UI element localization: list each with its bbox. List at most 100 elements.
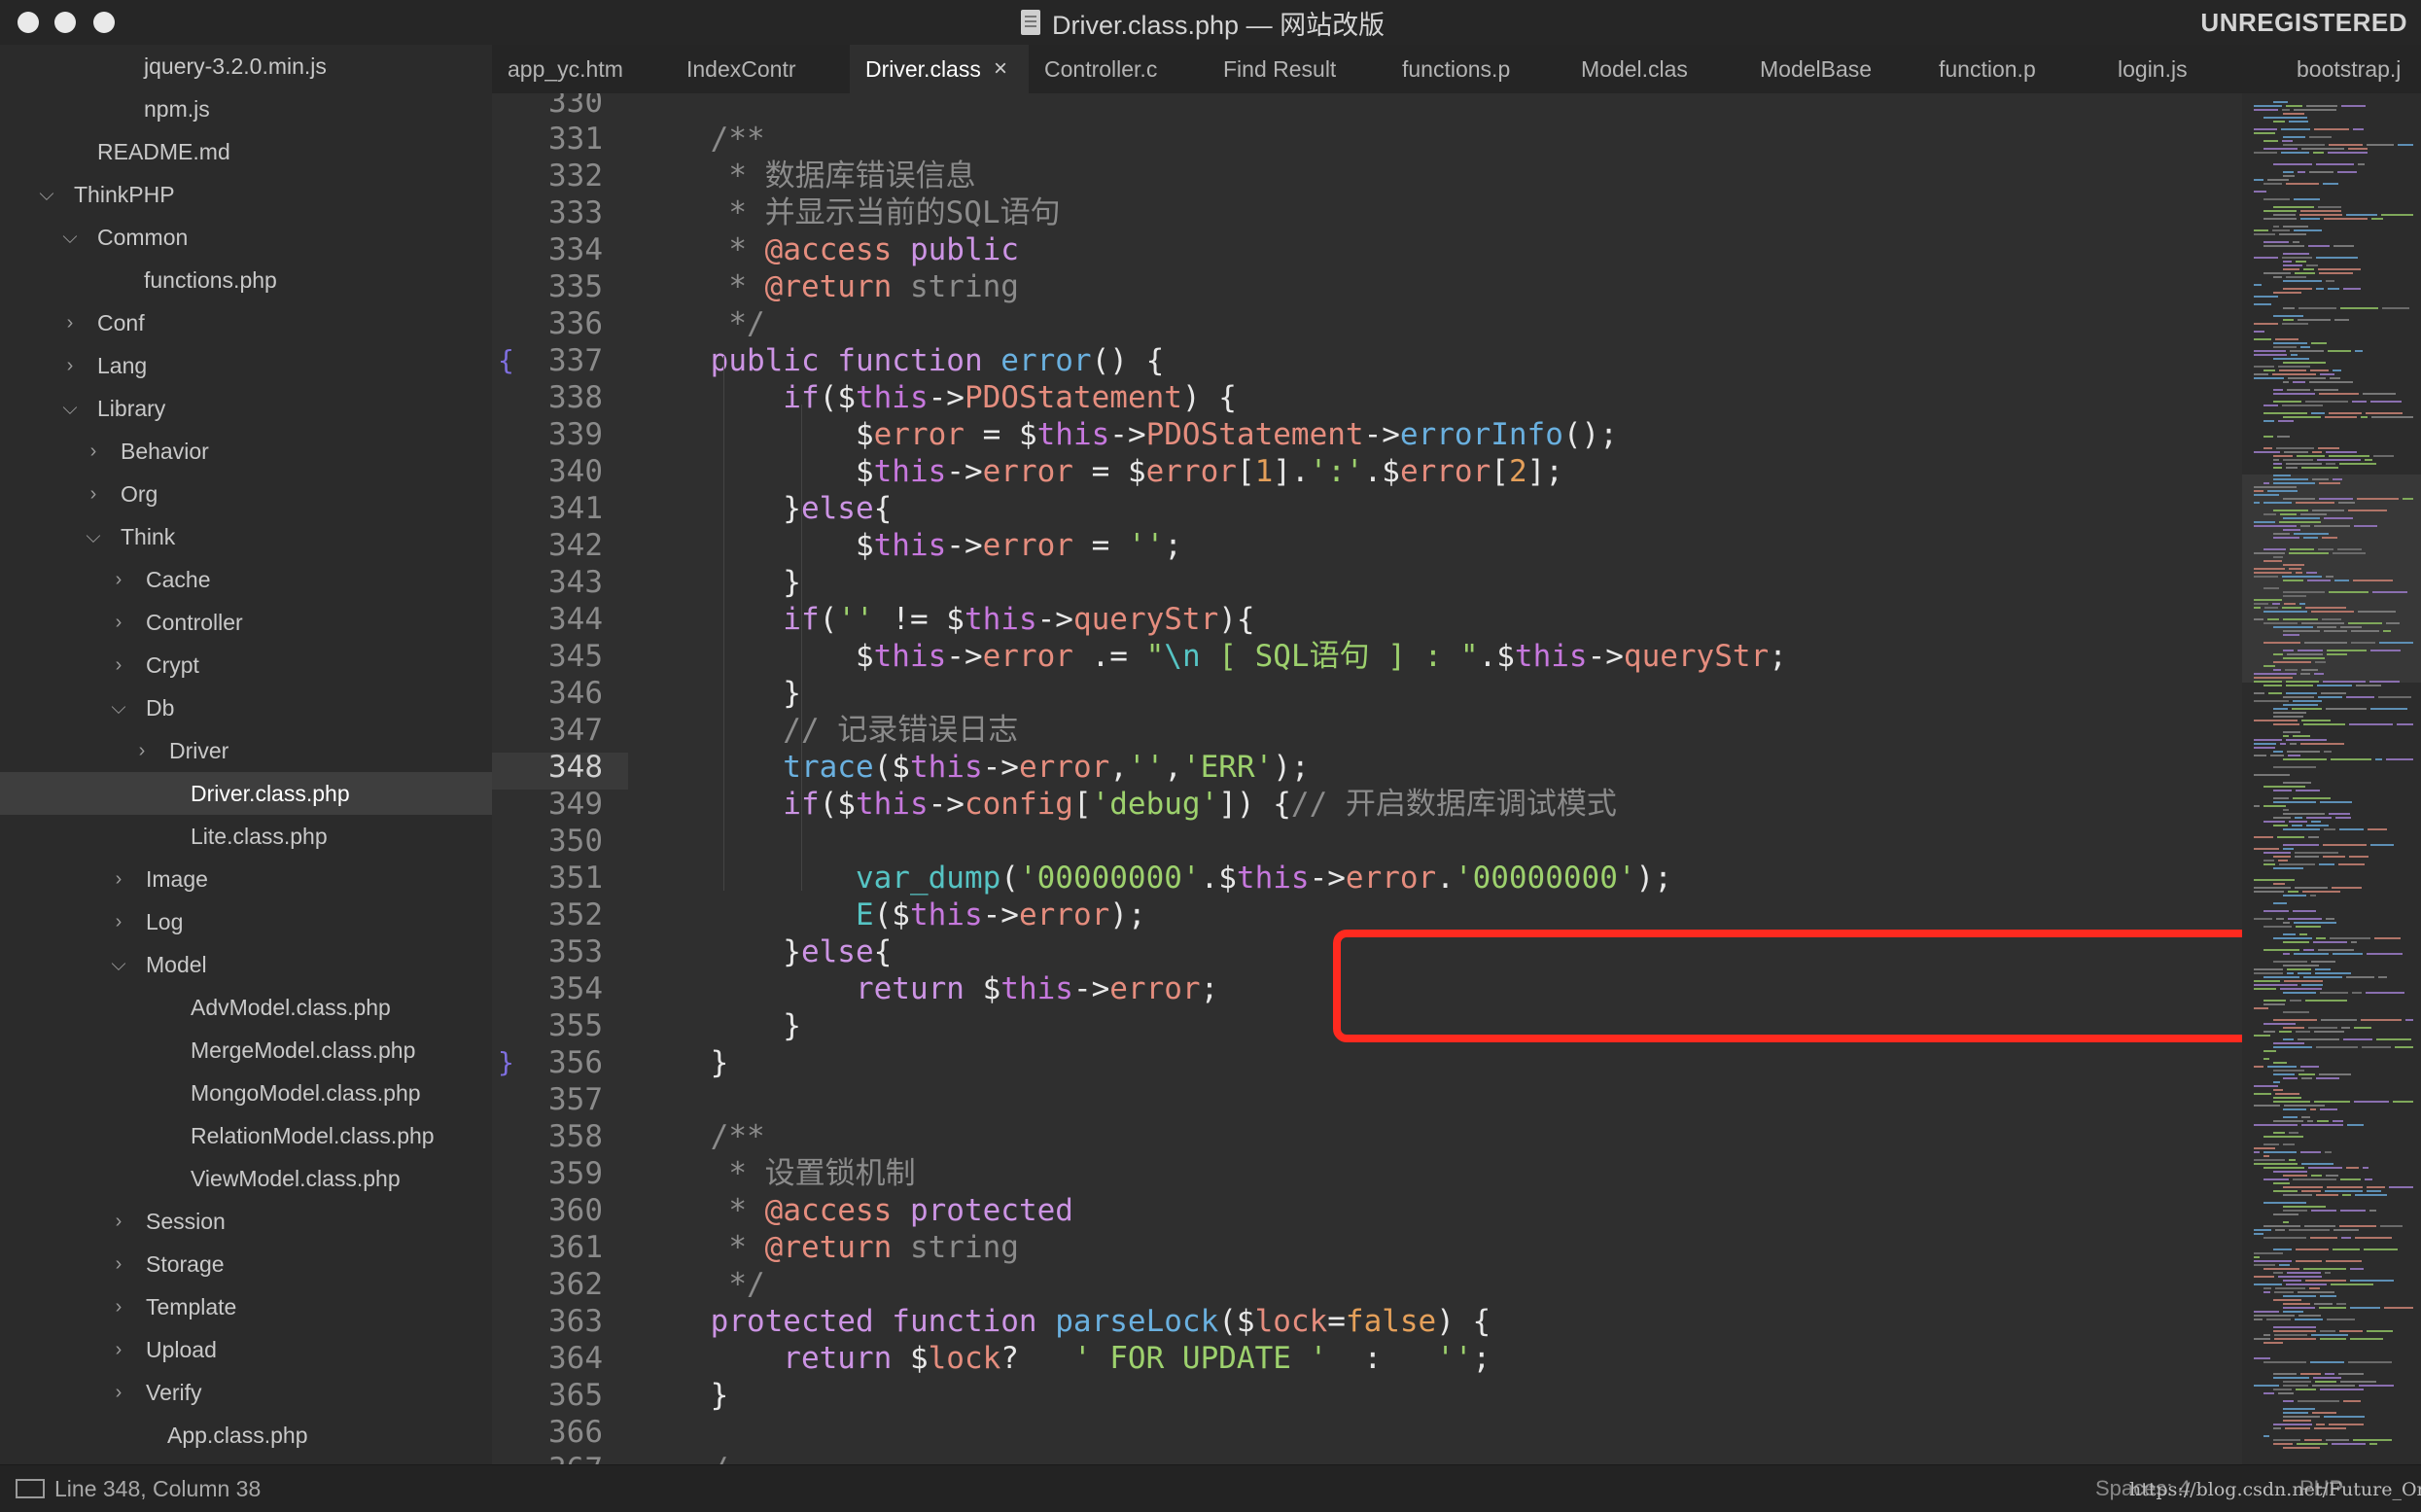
folder-item[interactable]: › Org bbox=[0, 473, 492, 515]
code-line[interactable]: return $this->error; bbox=[638, 970, 1218, 1007]
chevron-down-icon[interactable]: ⌵ bbox=[109, 943, 128, 986]
code-line[interactable]: $this->error = ''; bbox=[638, 527, 1182, 564]
file-item[interactable]: MongoModel.class.php bbox=[0, 1072, 492, 1114]
code-line[interactable]: * @return string bbox=[638, 268, 1019, 305]
zoom-window-button[interactable] bbox=[93, 12, 115, 33]
chevron-right-icon[interactable]: › bbox=[60, 301, 80, 344]
code-line[interactable]: E($this->error); bbox=[638, 897, 1146, 933]
folder-item[interactable]: › Storage bbox=[0, 1243, 492, 1285]
close-tab-icon[interactable]: × bbox=[994, 45, 1007, 93]
folder-item[interactable]: › Session bbox=[0, 1200, 492, 1243]
code-line[interactable]: trace($this->error,'','ERR'); bbox=[638, 749, 1309, 786]
folder-item[interactable]: ⌵ Db bbox=[0, 686, 492, 729]
code-line[interactable]: $this->error = $error[1].':'.$error[2]; bbox=[638, 453, 1563, 490]
chevron-right-icon[interactable]: › bbox=[132, 729, 152, 772]
file-item[interactable]: README.md bbox=[0, 130, 492, 173]
folder-item[interactable]: ⌵ ThinkPHP bbox=[0, 173, 492, 216]
tab[interactable]: bootstrap.j bbox=[2281, 45, 2421, 93]
chevron-right-icon[interactable]: › bbox=[60, 344, 80, 387]
tab[interactable]: IndexContr bbox=[671, 45, 850, 93]
folder-item[interactable]: › Template bbox=[0, 1285, 492, 1328]
code-line[interactable]: * @return string bbox=[638, 1229, 1019, 1266]
chevron-right-icon[interactable]: › bbox=[109, 900, 128, 943]
folder-item[interactable]: › Log bbox=[0, 900, 492, 943]
chevron-right-icon[interactable]: › bbox=[109, 1285, 128, 1328]
code-line[interactable]: return $lock? ' FOR UPDATE ' : ''; bbox=[638, 1340, 1491, 1377]
file-item[interactable]: Lite.class.php bbox=[0, 815, 492, 858]
code-area[interactable]: /** * 数据库错误信息 * 并显示当前的SQL语句 * @access pu… bbox=[638, 93, 2242, 1464]
tab[interactable]: functions.p bbox=[1386, 45, 1565, 93]
code-line[interactable]: } bbox=[638, 1007, 801, 1044]
chevron-right-icon[interactable]: › bbox=[109, 644, 128, 686]
code-line[interactable]: } bbox=[638, 675, 801, 712]
code-line[interactable]: var_dump('00000000'.$this->error.'000000… bbox=[638, 860, 1672, 897]
tab[interactable]: Controller.c bbox=[1029, 45, 1208, 93]
code-line[interactable]: * 并显示当前的SQL语句 bbox=[638, 194, 1060, 231]
folder-item[interactable]: ⌵ Model bbox=[0, 943, 492, 986]
chevron-right-icon[interactable]: › bbox=[84, 430, 103, 473]
chevron-down-icon[interactable]: ⌵ bbox=[84, 515, 103, 558]
folder-item[interactable]: › Image bbox=[0, 858, 492, 900]
folder-item[interactable]: ⌵ Common bbox=[0, 216, 492, 259]
code-line[interactable]: } bbox=[638, 564, 801, 601]
folder-item[interactable]: › Lang bbox=[0, 344, 492, 387]
folder-item[interactable]: ⌵ Library bbox=[0, 387, 492, 430]
tab[interactable]: ModelBase bbox=[1744, 45, 1923, 93]
code-line[interactable]: /** bbox=[638, 121, 765, 158]
chevron-down-icon[interactable]: ⌵ bbox=[109, 686, 128, 729]
chevron-right-icon[interactable]: › bbox=[109, 1200, 128, 1243]
folder-item[interactable]: › Crypt bbox=[0, 644, 492, 686]
file-item[interactable]: jquery-3.2.0.min.js bbox=[0, 45, 492, 88]
file-item[interactable]: App.class.php bbox=[0, 1414, 492, 1457]
folder-item[interactable]: › Behavior bbox=[0, 430, 492, 473]
code-line[interactable]: } bbox=[638, 1377, 729, 1414]
minimap[interactable] bbox=[2242, 93, 2421, 1464]
tab[interactable]: Find Result bbox=[1208, 45, 1386, 93]
code-line[interactable]: protected function parseLock($lock=false… bbox=[638, 1303, 1491, 1340]
code-line[interactable]: $this->error .= "\n [ SQL语句 ] : ".$this-… bbox=[638, 638, 1787, 675]
tab[interactable]: Driver.class × bbox=[850, 45, 1029, 93]
chevron-right-icon[interactable]: › bbox=[109, 858, 128, 900]
fold-marker-icon[interactable]: { bbox=[498, 342, 514, 379]
code-line[interactable]: /** bbox=[638, 1118, 765, 1155]
code-line[interactable]: */ bbox=[638, 1266, 764, 1303]
code-line[interactable]: // 记录错误日志 bbox=[638, 712, 1018, 749]
folder-item[interactable]: › Conf bbox=[0, 301, 492, 344]
chevron-down-icon[interactable]: ⌵ bbox=[60, 387, 80, 430]
folder-item[interactable]: › Controller bbox=[0, 601, 492, 644]
file-item[interactable]: AdvModel.class.php bbox=[0, 986, 492, 1029]
folder-item[interactable]: › Verify bbox=[0, 1371, 492, 1414]
chevron-right-icon[interactable]: › bbox=[109, 1371, 128, 1414]
close-window-button[interactable] bbox=[18, 12, 39, 33]
code-line[interactable]: $error = $this->PDOStatement->errorInfo(… bbox=[638, 416, 1618, 453]
code-line[interactable]: }else{ bbox=[638, 933, 892, 970]
code-line[interactable]: }else{ bbox=[638, 490, 892, 527]
chevron-right-icon[interactable]: › bbox=[109, 1328, 128, 1371]
file-item[interactable]: Driver.class.php bbox=[0, 772, 492, 815]
cursor-position[interactable]: Line 348, Column 38 bbox=[54, 1465, 261, 1512]
code-line[interactable]: * @access public bbox=[638, 231, 1019, 268]
chevron-right-icon[interactable]: › bbox=[109, 1243, 128, 1285]
minimize-window-button[interactable] bbox=[54, 12, 76, 33]
tab[interactable]: login.js bbox=[2102, 45, 2281, 93]
folder-item[interactable]: ⌵ Think bbox=[0, 515, 492, 558]
fold-marker-icon[interactable]: } bbox=[498, 1044, 514, 1081]
code-line[interactable]: * @access protected bbox=[638, 1192, 1073, 1229]
folder-item[interactable]: › Driver bbox=[0, 729, 492, 772]
code-line[interactable]: if($this->PDOStatement) { bbox=[638, 379, 1237, 416]
file-item[interactable]: functions.php bbox=[0, 259, 492, 301]
tab[interactable]: app_yc.htm bbox=[492, 45, 671, 93]
chevron-right-icon[interactable]: › bbox=[84, 473, 103, 515]
code-line[interactable]: public function error() { bbox=[638, 342, 1165, 379]
chevron-down-icon[interactable]: ⌵ bbox=[37, 173, 56, 216]
file-item[interactable]: npm.js bbox=[0, 88, 492, 130]
file-item[interactable]: MergeModel.class.php bbox=[0, 1029, 492, 1072]
chevron-right-icon[interactable]: › bbox=[109, 558, 128, 601]
code-line[interactable]: } bbox=[638, 1044, 729, 1081]
folder-item[interactable]: › Upload bbox=[0, 1328, 492, 1371]
chevron-right-icon[interactable]: › bbox=[109, 601, 128, 644]
file-item[interactable]: ViewModel.class.php bbox=[0, 1157, 492, 1200]
file-item[interactable]: RelationModel.class.php bbox=[0, 1114, 492, 1157]
code-line[interactable]: if('' != $this->queryStr){ bbox=[638, 601, 1254, 638]
code-line[interactable]: if($this->config['debug']) {// 开启数据库调试模式 bbox=[638, 786, 1617, 823]
